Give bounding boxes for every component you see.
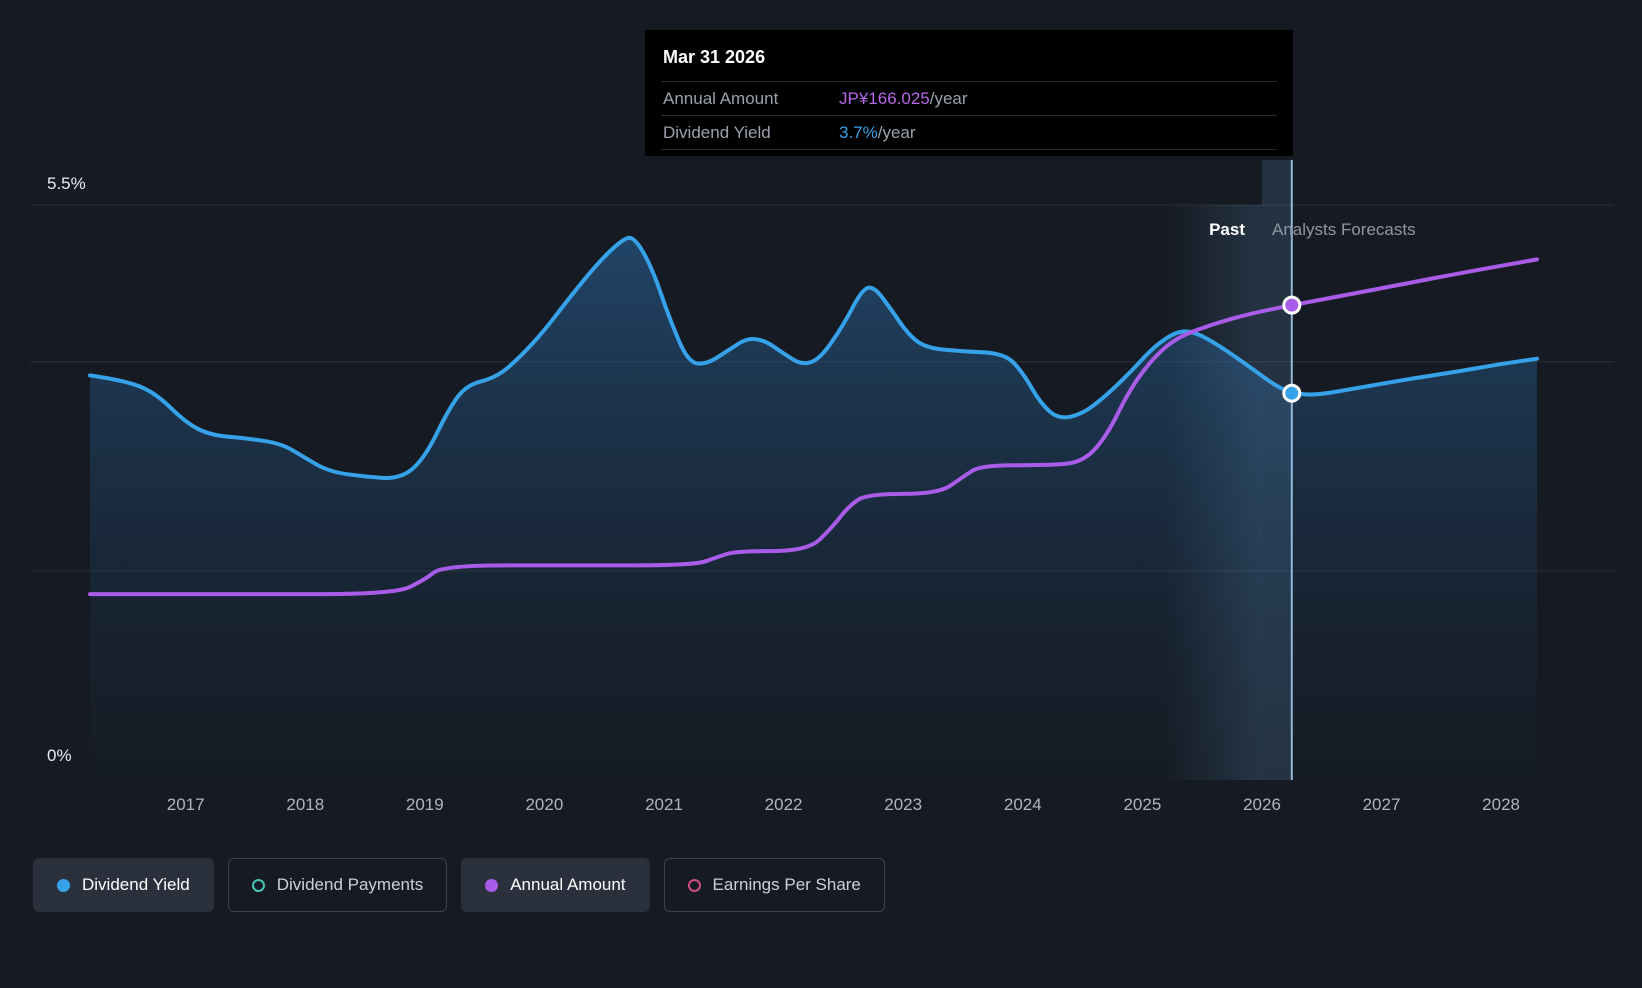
legend-item-label: Dividend Yield: [82, 875, 190, 895]
tooltip-value: JP¥166.025: [839, 89, 930, 109]
legend-item-dividend-yield[interactable]: Dividend Yield: [33, 858, 214, 912]
legend-item-dividend-payments[interactable]: Dividend Payments: [228, 858, 447, 912]
x-axis-label: 2021: [645, 795, 683, 815]
past-fade-band: [1166, 205, 1262, 780]
x-axis-label: 2023: [884, 795, 922, 815]
chart-tooltip: Mar 31 2026 Annual Amount JP¥166.025/yea…: [645, 30, 1293, 156]
tooltip-row-dividend-yield: Dividend Yield 3.7%/year: [661, 116, 1277, 150]
x-axis-label: 2022: [765, 795, 803, 815]
x-axis-label: 2026: [1243, 795, 1281, 815]
dividend-history-chart-page: 5.5% 0% 2017 2018 2019 2020 2021 2022 2023 2024…: [0, 0, 1642, 988]
dividend-yield-legend-marker-icon: [57, 879, 70, 892]
annual-amount-marker-dot[interactable]: [1284, 297, 1300, 313]
tooltip-label: Dividend Yield: [663, 123, 839, 143]
legend-item-label: Dividend Payments: [277, 875, 423, 895]
tooltip-date: Mar 31 2026: [661, 43, 1277, 82]
y-axis-min-label: 0%: [47, 746, 72, 766]
band-layer: [1166, 160, 1292, 780]
legend-item-label: Earnings Per Share: [713, 875, 861, 895]
legend-item-label: Annual Amount: [510, 875, 625, 895]
chart-legend: Dividend Yield Dividend Payments Annual Am…: [33, 858, 885, 912]
forecast-region-label: Analysts Forecasts: [1272, 220, 1416, 240]
dividend-yield-area: [90, 238, 1537, 780]
tooltip-value: 3.7%: [839, 123, 878, 143]
x-axis: 2017 2018 2019 2020 2021 2022 2023 2024 2025 2026…: [0, 795, 1642, 821]
x-axis-label: 2024: [1004, 795, 1042, 815]
x-axis-label: 2020: [525, 795, 563, 815]
dividend-yield-marker-dot[interactable]: [1284, 385, 1300, 401]
x-axis-label: 2017: [167, 795, 205, 815]
annual-amount-legend-marker-icon: [485, 879, 498, 892]
x-axis-label: 2025: [1123, 795, 1161, 815]
tooltip-value-suffix: /year: [878, 123, 916, 143]
tooltip-label: Annual Amount: [663, 89, 839, 109]
earnings-per-share-legend-marker-icon: [688, 879, 701, 892]
tooltip-row-annual-amount: Annual Amount JP¥166.025/year: [661, 82, 1277, 116]
tooltip-value-suffix: /year: [930, 89, 968, 109]
forecast-highlight-band: [1262, 160, 1292, 780]
x-axis-label: 2019: [406, 795, 444, 815]
area-layer: [90, 238, 1537, 780]
x-axis-label: 2028: [1482, 795, 1520, 815]
legend-item-annual-amount[interactable]: Annual Amount: [461, 858, 649, 912]
x-axis-label: 2027: [1363, 795, 1401, 815]
y-axis-max-label: 5.5%: [47, 174, 86, 194]
x-axis-label: 2018: [286, 795, 324, 815]
legend-item-earnings-per-share[interactable]: Earnings Per Share: [664, 858, 885, 912]
dividend-payments-legend-marker-icon: [252, 879, 265, 892]
past-region-label: Past: [1100, 220, 1245, 240]
